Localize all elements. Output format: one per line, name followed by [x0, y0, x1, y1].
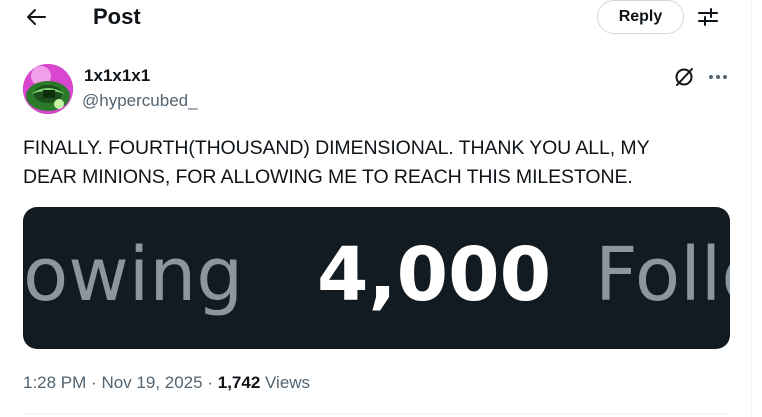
media-content: owing 4,000 Follo: [23, 207, 730, 349]
avatar-image: [23, 64, 73, 114]
author-handle[interactable]: @hypercubed_: [82, 91, 198, 111]
more-horizontal-icon: [709, 75, 727, 79]
media-follower-count: 4,000: [317, 232, 552, 318]
reply-button[interactable]: Reply: [597, 0, 684, 34]
post-date-link[interactable]: Nov 19, 2025: [101, 373, 202, 392]
back-button[interactable]: [20, 2, 52, 32]
arrow-left-icon: [27, 9, 46, 25]
post-time-link[interactable]: 1:28 PM: [23, 373, 86, 392]
post-text: FINALLY. FOURTH(THOUSAND) DIMENSIONAL. T…: [23, 134, 723, 192]
page-title: Post: [93, 4, 141, 29]
meta-separator: ·: [207, 373, 213, 392]
grok-icon: [675, 68, 693, 86]
avatar[interactable]: [23, 64, 73, 114]
divider: [23, 413, 730, 414]
views-label: Views: [265, 373, 311, 392]
author-display-name[interactable]: 1x1x1x1: [84, 66, 150, 86]
more-options-button[interactable]: [705, 66, 731, 88]
meta-separator: ·: [91, 373, 97, 392]
sliders-icon: [698, 8, 718, 26]
grok-button[interactable]: [672, 66, 696, 88]
media-followers-fragment: Follo: [595, 232, 730, 318]
post-text-line: DEAR MINIONS, FOR ALLOWING ME TO REACH T…: [23, 166, 633, 188]
reply-settings-button[interactable]: [694, 4, 722, 30]
post-page: Post Reply 1x1x1x1 @hypercubed_ FINALLY.…: [0, 0, 762, 417]
post-media-image[interactable]: owing 4,000 Follo: [23, 207, 730, 349]
media-following-fragment: owing: [23, 232, 244, 318]
post-meta: 1:28 PM · Nov 19, 2025 · 1,742 Views: [23, 372, 310, 394]
column-border: [751, 0, 752, 417]
views-count: 1,742: [217, 373, 261, 392]
post-text-line: FINALLY. FOURTH(THOUSAND) DIMENSIONAL. T…: [23, 137, 650, 159]
